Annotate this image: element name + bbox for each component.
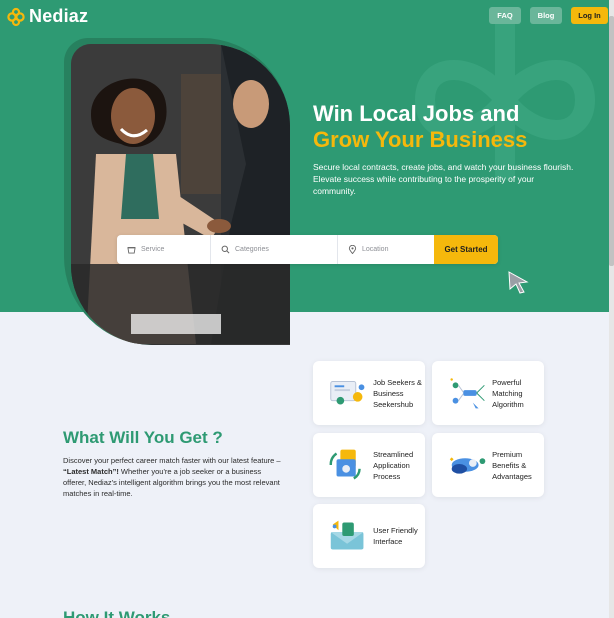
mouse-cursor-icon [508, 271, 529, 294]
feature-card-matching-algorithm[interactable]: Powerful Matching Algorithm [432, 361, 544, 425]
features-title: What Will You Get ? [63, 428, 223, 447]
get-started-button[interactable]: Get Started [434, 235, 498, 264]
search-icon [221, 245, 230, 254]
brand-mark-icon [7, 7, 25, 26]
hero-subtitle: Secure local contracts, create jobs, and… [313, 162, 574, 196]
application-process-icon [329, 449, 361, 480]
location-pin-icon [348, 245, 357, 254]
next-section-title: How It Works [63, 608, 171, 618]
scroll-thumb[interactable] [609, 16, 614, 266]
feature-card-user-friendly[interactable]: User Friendly Interface [313, 504, 425, 568]
hero-title: Win Local Jobs and Grow Your Business [313, 101, 527, 153]
background-logo-decoration [414, 20, 596, 180]
feature-card-premium-benefits[interactable]: Premium Benefits & Advantages [432, 433, 544, 497]
service-placeholder: Service [141, 246, 165, 253]
feature-label: Powerful Matching Algorithm [492, 377, 524, 409]
hero-photo [71, 44, 290, 345]
features-description: Discover your perfect career match faste… [63, 456, 281, 498]
user-friendly-icon [330, 520, 364, 550]
premium-benefits-icon [449, 457, 486, 474]
feature-card-application-process[interactable]: Streamlined Application Process [313, 433, 425, 497]
login-button[interactable]: Log In [571, 7, 608, 24]
categories-field[interactable]: Categories [211, 235, 338, 264]
feature-label: User Friendly Interface [373, 526, 418, 546]
page-scrollbar[interactable] [609, 0, 614, 618]
location-field[interactable]: Location [338, 235, 434, 264]
feature-label: Job Seekers & Business Seekershub [373, 377, 422, 409]
brand-logo[interactable]: Nediaz [6, 6, 88, 27]
hero-title-line2: Grow Your Business [313, 127, 528, 152]
hero-photo-frame [64, 38, 290, 345]
top-nav: FAQ Blog Log In [489, 7, 608, 24]
service-field[interactable]: Service [117, 235, 211, 264]
brand-name: Nediaz [29, 6, 89, 26]
faq-button[interactable]: FAQ [489, 7, 521, 24]
search-bar: Service Categories Location Get Started [117, 235, 498, 264]
basket-icon [127, 247, 136, 254]
job-seekers-icon [330, 380, 365, 405]
categories-placeholder: Categories [235, 246, 269, 253]
matching-algorithm-icon [450, 378, 485, 413]
location-placeholder: Location [362, 246, 389, 253]
feature-label: Streamlined Application Process [373, 449, 414, 481]
hero-title-line1: Win Local Jobs and [313, 101, 520, 126]
feature-label: Premium Benefits & Advantages [492, 449, 532, 481]
feature-card-job-seekers[interactable]: Job Seekers & Business Seekershub [313, 361, 425, 425]
handshake-photo-illustration [71, 44, 290, 344]
blog-button[interactable]: Blog [530, 7, 562, 24]
